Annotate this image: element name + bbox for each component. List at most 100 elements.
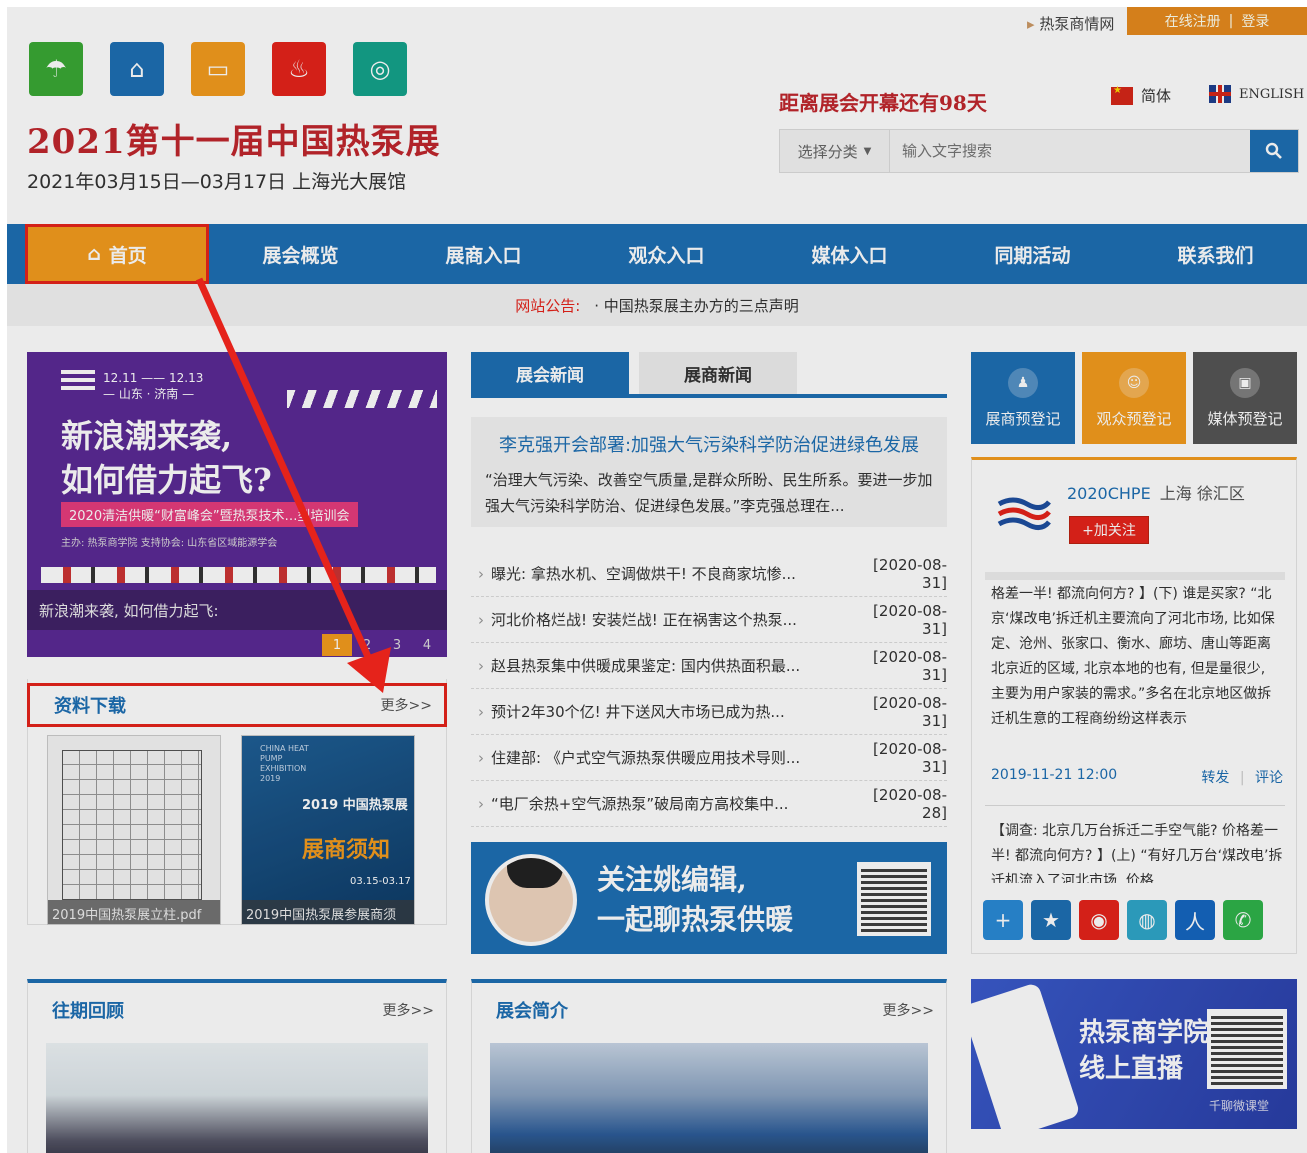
banner-headline: 新浪潮来袭, 如何借力起飞? — [61, 414, 272, 502]
weibo-post-time[interactable]: 2019-11-21 12:00 — [991, 767, 1117, 787]
page-title: 2021第十一届中国热泵展 — [27, 122, 441, 162]
category-select-label: 选择分类 — [797, 142, 858, 161]
review-photo[interactable] — [46, 1043, 428, 1153]
nav-item-exhibitor[interactable]: 展商入口 — [392, 224, 575, 284]
editor-promo[interactable]: 关注姚编辑, 一起聊热泵供暖 — [471, 842, 947, 954]
page: 热泵商情网 在线注册 | 登录 ☂ ⌂ ▭ ♨ ◎ 2021第十一届中国热泵展 2021… — [7, 7, 1307, 1153]
search-button[interactable] — [1250, 130, 1298, 172]
news-date: [2020-08-28] — [873, 785, 947, 822]
news-title[interactable]: 曝光: 拿热水机、空调做烘干! 不良商家坑惨... — [491, 563, 855, 584]
news-row[interactable]: 住建部: 《户式空气源热泵供暖应用技术导则... [2020-08-31] — [471, 735, 947, 781]
search-input[interactable] — [890, 130, 1250, 172]
share-weibo-icon[interactable]: ◉ — [1079, 900, 1119, 940]
expo-en-text: CHINA HEAT PUMP EXHIBITION 2019 — [260, 744, 309, 783]
news-title[interactable]: 预计2年30个亿! 井下送风大市场已成为热... — [491, 701, 855, 722]
phone-image — [971, 982, 1081, 1129]
expo-notice-text: 展商须知 — [302, 838, 391, 863]
weibo-account[interactable]: 2020CHPE 上海 徐汇区 — [1067, 480, 1245, 504]
follow-button[interactable]: +加关注 — [1069, 516, 1149, 544]
search-bar: 选择分类 ▼ — [779, 129, 1299, 173]
pager-3[interactable]: 3 — [382, 634, 412, 656]
share-qzone-icon[interactable]: ★ — [1031, 900, 1071, 940]
card-icon[interactable]: ▭ — [191, 42, 245, 96]
pager-1[interactable]: 1 — [322, 634, 352, 656]
intro-more-link[interactable]: 更多>> — [883, 1000, 934, 1020]
login-link[interactable]: 登录 — [1241, 11, 1269, 31]
lang-en[interactable]: ENGLISH — [1209, 85, 1304, 103]
register-button-label: 媒体预登记 — [1207, 409, 1283, 428]
category-select[interactable]: 选择分类 ▼ — [780, 130, 890, 172]
top-separator: | — [1228, 13, 1234, 29]
download-item-floorplan[interactable]: 2019中国热泵展立柱.pdf — [47, 735, 221, 925]
nav-item-overview[interactable]: 展会概览 — [209, 224, 392, 284]
download-item-exhibitor-guide[interactable]: CHINA HEAT PUMP EXHIBITION 2019 2019 中国热… — [241, 735, 415, 925]
banner-logo-icon — [61, 370, 95, 390]
news-row[interactable]: 曝光: 拿热水机、空调做烘干! 不良商家坑惨... [2020-08-31] — [471, 551, 947, 597]
register-button-2[interactable]: ☺ 观众预登记 — [1082, 352, 1186, 444]
pager-4[interactable]: 4 — [412, 634, 442, 656]
register-link[interactable]: 在线注册 — [1165, 11, 1221, 31]
featured-news: 李克强开会部署:加强大气污染科学防治促进绿色发展 “治理大气污染、改善空气质量,… — [471, 417, 947, 527]
china-flag-icon — [1111, 85, 1133, 105]
news-title[interactable]: “电厂余热+空气源热泵”破局南方高校集中... — [491, 793, 855, 814]
live-stream-ad[interactable]: 热泵商学院 线上直播 千聊微课堂 — [971, 979, 1297, 1129]
share-tencent-icon[interactable]: ◍ — [1127, 900, 1167, 940]
live-qr-code — [1207, 1009, 1287, 1089]
news-date: [2020-08-31] — [873, 601, 947, 638]
nav-item-visitor[interactable]: 观众入口 — [575, 224, 758, 284]
visitor-icon: ☺ — [1119, 367, 1149, 398]
weibo-post-divider — [985, 805, 1285, 806]
umbrella-icon[interactable]: ☂ — [29, 42, 83, 96]
featured-news-title[interactable]: 李克强开会部署:加强大气污染科学防治促进绿色发展 — [471, 431, 947, 457]
register-button-3[interactable]: ▣ 媒体预登记 — [1193, 352, 1297, 444]
weibo-post2-text: 【调查: 北京几万台拆迁二手空气能? 价格差一半! 都流向何方? 】(上) “有… — [991, 823, 1283, 883]
banner-stripe — [287, 390, 437, 408]
news-row[interactable]: “电厂余热+空气源热泵”破局南方高校集中... [2020-08-28] — [471, 781, 947, 827]
nav-item-events[interactable]: 同期活动 — [941, 224, 1124, 284]
floorplan-image — [62, 750, 202, 900]
notice-link[interactable]: · 中国热泵展主办方的三点声明 — [594, 295, 799, 316]
register-button-1[interactable]: ♟ 展商预登记 — [971, 352, 1075, 444]
news-title[interactable]: 住建部: 《户式空气源热泵供暖应用技术导则... — [491, 747, 855, 768]
intro-photo[interactable] — [490, 1043, 928, 1153]
pager-2[interactable]: 2 — [352, 634, 382, 656]
editor-avatar — [485, 854, 577, 946]
nav-home[interactable]: ⌂ 首页 — [25, 224, 209, 284]
exhibitor-icon: ♟ — [1008, 367, 1038, 398]
review-more-link[interactable]: 更多>> — [383, 1000, 434, 1020]
share-plus-icon[interactable]: + — [983, 900, 1023, 940]
top-net-link[interactable]: 热泵商情网 — [1027, 13, 1114, 34]
forward-link[interactable]: 转发 — [1201, 770, 1229, 786]
nav-item-contact[interactable]: 联系我们 — [1124, 224, 1307, 284]
news-row[interactable]: 预计2年30个亿! 井下送风大市场已成为热... [2020-08-31] — [471, 689, 947, 735]
weibo-location: 上海 徐汇区 — [1159, 484, 1245, 503]
tab-exhibitor-news[interactable]: 展商新闻 — [639, 352, 797, 394]
main-nav: ⌂ 首页 展会概览 展商入口 观众入口 媒体入口 同期活动 联系我们 — [7, 224, 1307, 284]
promo-text: 关注姚编辑, 一起聊热泵供暖 — [597, 860, 793, 940]
link-icon[interactable]: ◎ — [353, 42, 407, 96]
banner-headline-line2: 如何借力起飞? — [61, 461, 272, 499]
event-banner[interactable]: 12.11 —— 12.13 — 山东 · 济南 — 新浪潮来袭, 如何借力起飞… — [27, 352, 447, 657]
live-ad-text: 热泵商学院 线上直播 — [1079, 1015, 1209, 1087]
news-title[interactable]: 赵县热泵集中供暖成果鉴定: 国内供热面积最... — [491, 655, 855, 676]
register-button-label: 观众预登记 — [1096, 409, 1172, 428]
promo-line1: 关注姚编辑, — [597, 863, 747, 896]
nav-home-label: 首页 — [108, 244, 147, 267]
news-row[interactable]: 赵县热泵集中供暖成果鉴定: 国内供热面积最... [2020-08-31] — [471, 643, 947, 689]
news-title[interactable]: 河北价格烂战! 安装烂战! 正在祸害这个热泵... — [491, 609, 855, 630]
comment-link[interactable]: 评论 — [1255, 770, 1283, 786]
news-date: [2020-08-31] — [873, 739, 947, 776]
weibo-divider — [985, 572, 1285, 580]
nav-item-media[interactable]: 媒体入口 — [758, 224, 941, 284]
downloads-more-link[interactable]: 更多>> — [381, 695, 432, 715]
tab-expo-news[interactable]: 展会新闻 — [471, 352, 629, 394]
house-icon[interactable]: ⌂ — [110, 42, 164, 96]
share-renren-icon[interactable]: 人 — [1175, 900, 1215, 940]
news-row[interactable]: 河北价格烂战! 安装烂战! 正在祸害这个热泵... [2020-08-31] — [471, 597, 947, 643]
flame-icon[interactable]: ♨ — [272, 42, 326, 96]
expo-cn-text: 2019 中国热泵展 — [302, 798, 408, 813]
banner-date: 12.11 —— 12.13 — 山东 · 济南 — — [103, 370, 203, 402]
share-wechat-icon[interactable]: ✆ — [1223, 900, 1263, 940]
lang-cn[interactable]: 简体 — [1111, 85, 1171, 106]
intro-header: 展会简介 更多>> — [496, 997, 934, 1023]
